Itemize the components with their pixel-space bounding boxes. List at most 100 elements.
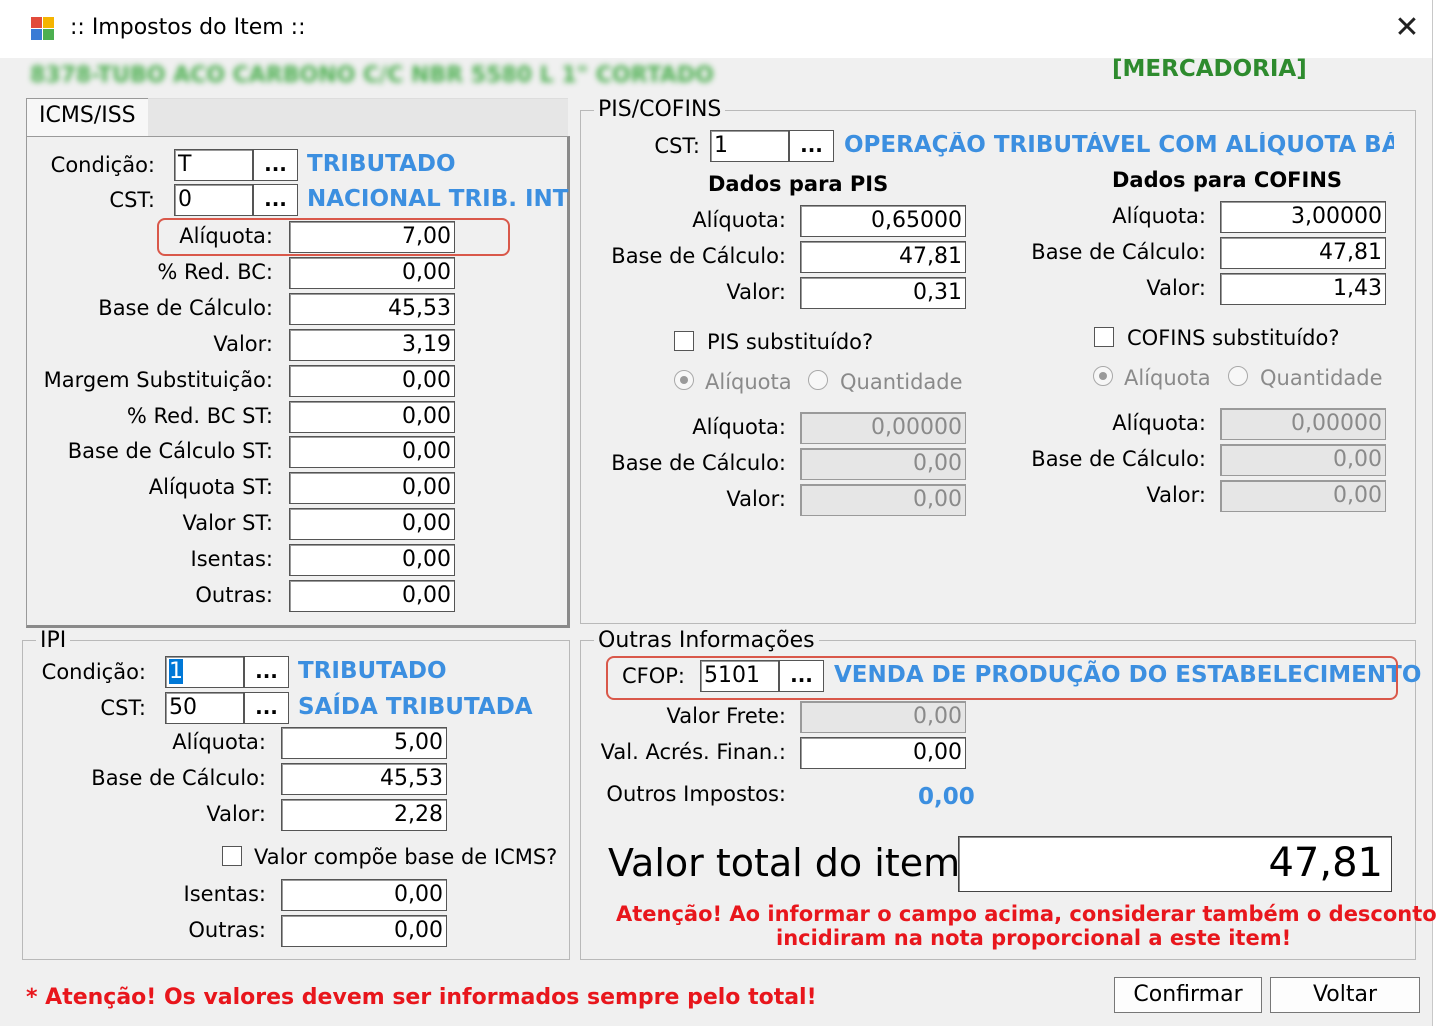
ipi-row2-field[interactable]: 0,00: [281, 879, 447, 911]
cofins-row-field[interactable]: 47,81: [1220, 237, 1386, 269]
outros-impostos-value: 0,00: [918, 784, 975, 810]
pis-radio-quantidade-label: Quantidade: [840, 370, 963, 394]
pis-row-label: Valor:: [726, 280, 786, 304]
ipi-condicao-input[interactable]: 1: [165, 656, 244, 688]
ipi-condicao-value: 1: [169, 659, 183, 684]
icms-row-field[interactable]: 0,00: [289, 364, 455, 397]
ipi-row2-label: Isentas:: [183, 882, 266, 906]
cofins-radio-quantidade[interactable]: [1228, 366, 1248, 386]
icms-row-field[interactable]: 0,00: [289, 544, 455, 577]
ipi-condicao-lookup-button[interactable]: ...: [244, 656, 289, 688]
ipi-row-field[interactable]: 5,00: [281, 727, 447, 759]
ipi-row-label: Valor:: [206, 802, 266, 826]
icms-condicao-input[interactable]: T: [174, 149, 253, 181]
pis-cofins-cst-lookup-button[interactable]: ...: [789, 130, 834, 162]
pis-cofins-cst-input[interactable]: 1: [710, 130, 789, 162]
icms-row-field[interactable]: 0,00: [289, 472, 455, 505]
app-icon: [31, 17, 54, 40]
cfop-highlight: [606, 656, 1398, 700]
ipi-row2-field[interactable]: 0,00: [281, 915, 447, 947]
icms-row-field[interactable]: 0,00: [289, 508, 455, 541]
window-title: :: Impostos do Item ::: [70, 15, 306, 40]
ipi-cst-input[interactable]: 50: [165, 692, 244, 724]
pis-row-label: Alíquota:: [692, 208, 786, 232]
icms-condicao-lookup-button[interactable]: ...: [253, 149, 298, 181]
desconto-warning-line1: Atenção! Ao informar o campo acima, cons…: [616, 902, 1440, 926]
icms-row-field[interactable]: 0,00: [289, 580, 455, 612]
outras-informacoes-legend: Outras Informações: [594, 628, 819, 653]
ipi-row-field[interactable]: 45,53: [281, 763, 447, 795]
pis-substituido-checkbox[interactable]: [674, 331, 694, 351]
ipi-condicao-label: Condição:: [41, 660, 146, 684]
acres-finan-field[interactable]: 0,00: [800, 737, 966, 769]
desconto-warning-line2: incidiram na nota proporcional a este it…: [776, 926, 1292, 950]
cofins-substituido-checkbox[interactable]: [1094, 327, 1114, 347]
icms-row-field[interactable]: 0,00: [289, 436, 455, 469]
ipi-cst-description: SAÍDA TRIBUTADA: [298, 694, 533, 720]
title-bar: :: Impostos do Item :: ✕: [0, 0, 1432, 58]
pis-radio-quantidade[interactable]: [808, 370, 828, 390]
pis-cofins-cst-description: OPERAÇÃO TRIBUTÁVEL COM ALÍQUOTA BÁSICA: [844, 132, 1394, 158]
cofins-row-label: Alíquota:: [1112, 204, 1206, 228]
tab-label: ICMS/ISS: [39, 103, 136, 128]
ipi-row-label: Alíquota:: [172, 730, 266, 754]
pis-sub-row-field[interactable]: 0,00000: [800, 412, 966, 444]
cofins-row-field[interactable]: 1,43: [1220, 273, 1386, 305]
icms-cst-input[interactable]: 0: [174, 184, 253, 216]
valor-total-label: Valor total do item:: [608, 841, 973, 885]
pis-cofins-legend: PIS/COFINS: [594, 97, 726, 122]
acres-finan-label: Val. Acrés. Finan.:: [600, 740, 786, 764]
cofins-row-label: Valor:: [1146, 276, 1206, 300]
cofins-sub-row-field[interactable]: 0,00: [1220, 444, 1386, 476]
icms-row-label: % Red. BC:: [157, 259, 273, 284]
icms-row-field[interactable]: 3,19: [289, 328, 455, 361]
pis-sub-row-label: Alíquota:: [692, 415, 786, 439]
pis-radio-aliquota[interactable]: [674, 370, 694, 390]
tab-strip: [148, 98, 568, 139]
icms-row-field[interactable]: 45,53: [289, 292, 455, 325]
tab-icms-iss[interactable]: ICMS/ISS: [26, 98, 149, 136]
pis-sub-row-field[interactable]: 0,00: [800, 448, 966, 480]
cofins-radio-aliquota-label: Alíquota: [1124, 366, 1211, 390]
cofins-sub-row-field[interactable]: 0,00: [1220, 480, 1386, 512]
icms-row-label: Valor ST:: [182, 511, 273, 536]
ipi-legend: IPI: [36, 628, 71, 653]
cofins-row-field[interactable]: 3,00000: [1220, 201, 1386, 233]
cofins-sub-row-label: Alíquota:: [1112, 411, 1206, 435]
valor-frete-field[interactable]: 0,00: [800, 701, 966, 733]
ipi-row-field[interactable]: 2,28: [281, 799, 447, 831]
cofins-heading: Dados para COFINS: [1112, 168, 1343, 192]
cofins-radio-aliquota[interactable]: [1093, 366, 1113, 386]
confirm-button[interactable]: Confirmar: [1114, 977, 1262, 1013]
icms-row-label: % Red. BC ST:: [126, 403, 273, 428]
cofins-row-label: Base de Cálculo:: [1031, 240, 1206, 264]
icms-cst-label: CST:: [109, 188, 155, 212]
pis-row-field[interactable]: 0,31: [800, 277, 966, 309]
icms-panel: Condição: T ... TRIBUTADO CST: 0 ... NAC…: [26, 136, 570, 628]
cofins-sub-row-field[interactable]: 0,00000: [1220, 408, 1386, 440]
icms-cst-lookup-button[interactable]: ...: [253, 184, 298, 216]
back-button[interactable]: Voltar: [1270, 977, 1420, 1013]
valor-total-field[interactable]: 47,81: [958, 836, 1392, 892]
item-description: 8378-TUBO ACO CARBONO C/C NBR 5580 L 1" …: [30, 63, 714, 88]
pis-row-field[interactable]: 0,65000: [800, 205, 966, 237]
cofins-sub-row-label: Valor:: [1146, 483, 1206, 507]
icms-row-field[interactable]: 0,00: [289, 400, 455, 433]
type-badge: [MERCADORIA]: [1112, 56, 1307, 82]
icms-row-label: Isentas:: [190, 547, 273, 572]
ipi-compoe-icms-checkbox[interactable]: [222, 846, 242, 866]
cofins-sub-row-label: Base de Cálculo:: [1031, 447, 1206, 471]
icms-row-label: Valor:: [213, 331, 273, 356]
ipi-cst-lookup-button[interactable]: ...: [244, 692, 289, 724]
pis-row-field[interactable]: 47,81: [800, 241, 966, 273]
cofins-radio-quantidade-label: Quantidade: [1260, 366, 1383, 390]
pis-sub-row-field[interactable]: 0,00: [800, 484, 966, 516]
icms-condicao-description: TRIBUTADO: [307, 151, 456, 177]
icms-row-field[interactable]: 0,00: [289, 256, 455, 289]
impostos-dialog: :: Impostos do Item :: ✕ 8378-TUBO ACO C…: [0, 0, 1440, 1026]
pis-cofins-cst-label: CST:: [654, 134, 700, 158]
close-icon[interactable]: ✕: [1390, 10, 1424, 46]
icms-row-label: Base de Cálculo ST:: [67, 439, 273, 464]
pis-sub-row-label: Base de Cálculo:: [611, 451, 786, 475]
valor-frete-label: Valor Frete:: [666, 704, 786, 728]
